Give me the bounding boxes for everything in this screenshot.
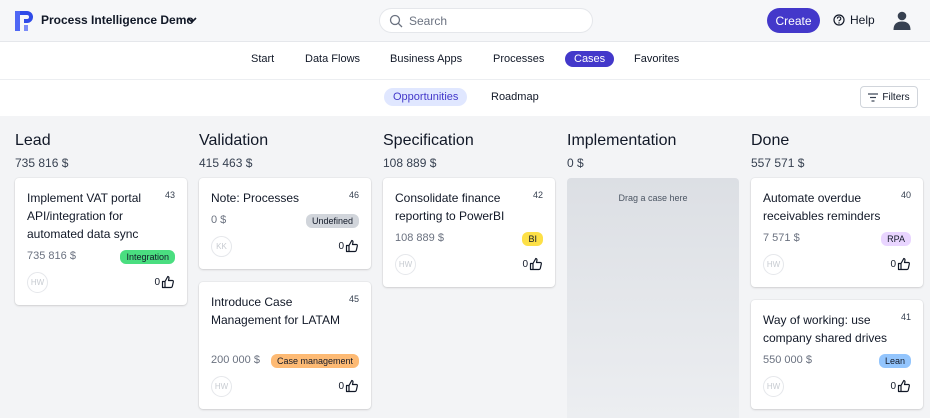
column-title-done: Done — [751, 132, 790, 149]
card-title: Way of working: use company shared drive… — [763, 313, 888, 345]
help-button[interactable]: Help — [833, 13, 875, 27]
card-avatar: HW — [395, 254, 416, 275]
help-label: Help — [850, 13, 875, 27]
card-title: Implement VAT portal API/integration for… — [27, 191, 142, 241]
like-button[interactable]: 0 — [154, 275, 175, 289]
tab-roadmap[interactable]: Roadmap — [491, 91, 539, 103]
card-number: 41 — [900, 312, 911, 322]
search-box[interactable] — [379, 8, 593, 33]
column-title-specification: Specification — [383, 132, 474, 149]
case-card[interactable]: Way of working: use company shared drive… — [751, 300, 923, 409]
thumbs-up-icon — [897, 257, 910, 271]
help-icon — [833, 14, 845, 26]
card-title: Consolidate finance reporting to PowerBI — [395, 191, 505, 223]
drop-zone-hint: Drag a case here — [618, 193, 688, 203]
card-number: 40 — [900, 190, 911, 200]
main-nav: Start Data Flows Business Apps Processes… — [0, 42, 930, 80]
like-count: 0 — [890, 258, 896, 270]
column-title-implementation: Implementation — [567, 132, 677, 149]
app-logo-icon[interactable] — [15, 11, 33, 31]
card-tag: BI — [522, 232, 543, 246]
card-amount: 108 889 $ — [395, 232, 444, 244]
sub-nav: Opportunities Roadmap Filters — [0, 80, 930, 116]
nav-item-cases[interactable]: Cases — [565, 51, 615, 67]
like-button[interactable]: 0 — [890, 257, 911, 271]
like-button[interactable]: 0 — [522, 257, 543, 271]
filters-label: Filters — [882, 91, 910, 103]
card-number: 45 — [348, 294, 359, 304]
filter-icon — [868, 92, 879, 102]
thumbs-up-icon — [529, 257, 542, 271]
card-number: 43 — [164, 190, 175, 200]
create-button[interactable]: Create — [767, 8, 820, 33]
card-avatar: KK — [211, 236, 232, 257]
nav-item-start[interactable]: Start — [251, 53, 274, 65]
card-tag: RPA — [881, 232, 911, 246]
thumbs-up-icon — [345, 379, 358, 393]
nav-item-favorites[interactable]: Favorites — [634, 53, 679, 65]
thumbs-up-icon — [161, 275, 174, 289]
column-total-done: 557 571 $ — [751, 156, 805, 170]
nav-item-business-apps[interactable]: Business Apps — [390, 53, 462, 65]
card-number: 42 — [532, 190, 543, 200]
card-amount: 735 816 $ — [27, 250, 76, 262]
column-total-implementation: 0 $ — [567, 156, 584, 170]
chevron-down-icon[interactable] — [186, 14, 198, 26]
user-avatar-icon[interactable] — [893, 11, 911, 30]
card-avatar: HW — [763, 254, 784, 275]
card-title: Introduce Case Management for LATAM — [211, 295, 340, 327]
like-count: 0 — [890, 380, 896, 392]
card-tag: Case management — [270, 354, 359, 368]
like-count: 0 — [522, 258, 528, 270]
thumbs-up-icon — [897, 379, 910, 393]
top-bar: Process Intelligence Demo Create Help — [0, 0, 930, 42]
search-icon — [389, 14, 403, 28]
case-card[interactable]: Consolidate finance reporting to PowerBI… — [383, 178, 555, 287]
card-avatar: HW — [763, 376, 784, 397]
card-tag: Undefined — [305, 214, 359, 228]
card-amount: 0 $ — [211, 214, 227, 226]
like-count: 0 — [338, 380, 344, 392]
card-number: 46 — [348, 190, 359, 200]
card-avatar: HW — [211, 376, 232, 397]
app-title[interactable]: Process Intelligence Demo — [41, 13, 194, 27]
like-button[interactable]: 0 — [338, 379, 359, 393]
like-button[interactable]: 0 — [338, 239, 359, 253]
tab-opportunities[interactable]: Opportunities — [384, 88, 468, 106]
card-amount: 7 571 $ — [763, 232, 800, 244]
card-tag: Integration — [120, 250, 175, 264]
filters-button[interactable]: Filters — [860, 86, 918, 108]
thumbs-up-icon — [345, 239, 358, 253]
column-total-specification: 108 889 $ — [383, 156, 437, 170]
like-count: 0 — [154, 276, 160, 288]
column-total-validation: 415 463 $ — [199, 156, 253, 170]
column-title-validation: Validation — [199, 132, 269, 149]
search-input[interactable] — [409, 13, 579, 29]
case-card[interactable]: Automate overdue receivables reminders 4… — [751, 178, 923, 287]
column-title-lead: Lead — [15, 132, 51, 149]
card-title: Automate overdue receivables reminders — [763, 191, 881, 223]
card-amount: 200 000 $ — [211, 354, 260, 366]
case-card[interactable]: Implement VAT portal API/integration for… — [15, 178, 187, 305]
like-count: 0 — [338, 240, 344, 252]
nav-item-processes[interactable]: Processes — [493, 53, 544, 65]
like-button[interactable]: 0 — [890, 379, 911, 393]
nav-item-data-flows[interactable]: Data Flows — [305, 53, 360, 65]
case-card[interactable]: Note: Processes 46 0 $ Undefined KK 0 — [199, 178, 371, 269]
card-title: Note: Processes — [211, 191, 300, 205]
case-card[interactable]: Introduce Case Management for LATAM 45 2… — [199, 282, 371, 409]
card-amount: 550 000 $ — [763, 354, 812, 366]
card-tag: Lean — [878, 354, 911, 368]
column-total-lead: 735 816 $ — [15, 156, 69, 170]
card-avatar: HW — [27, 272, 48, 293]
implementation-drop-zone[interactable]: Drag a case here — [567, 178, 739, 418]
